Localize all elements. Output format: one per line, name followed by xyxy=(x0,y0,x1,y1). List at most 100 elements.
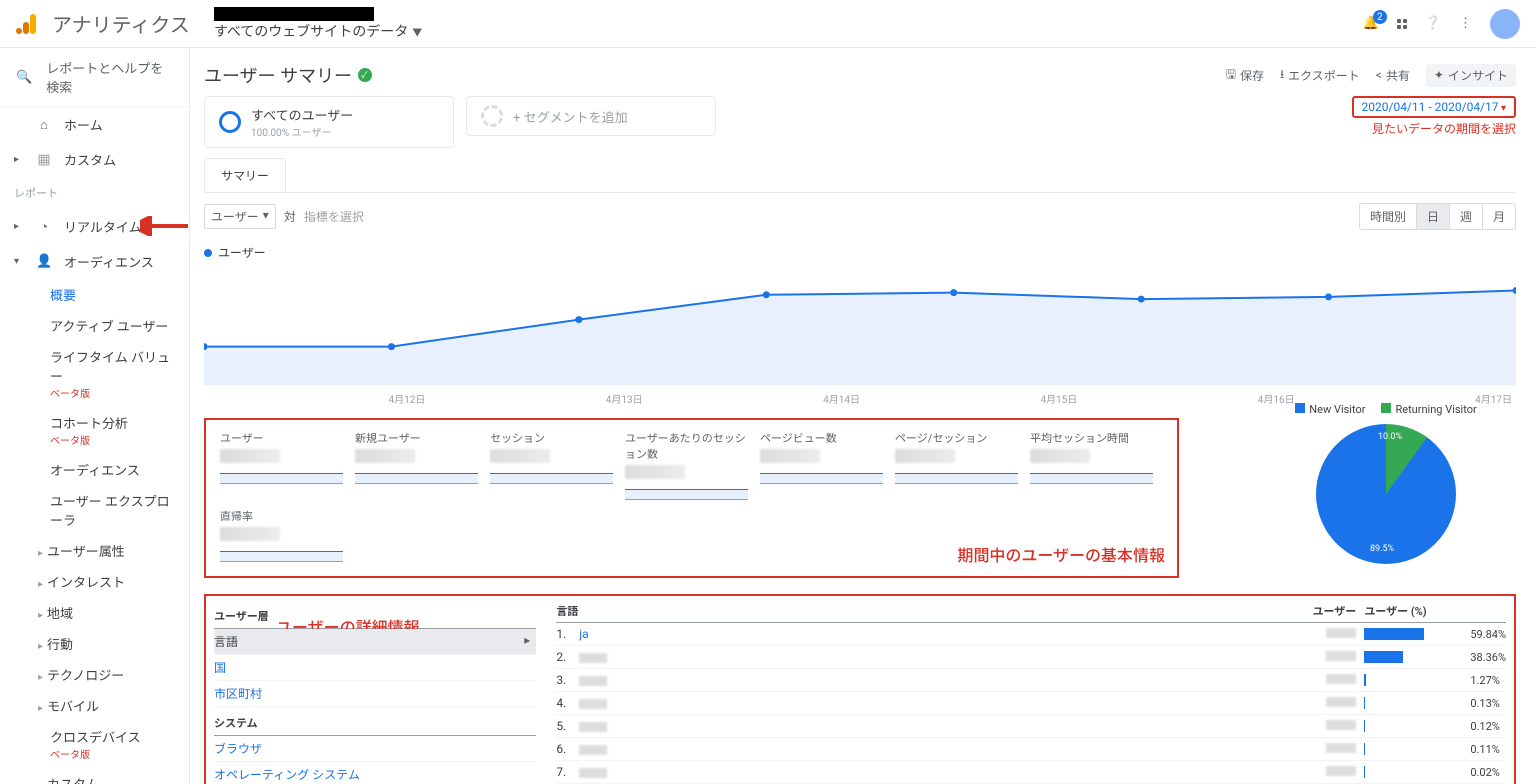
user-icon: 👤 xyxy=(36,254,52,269)
sub-audiences[interactable]: オーディエンス xyxy=(0,454,189,485)
notifications-icon[interactable]: 🔔2 xyxy=(1363,16,1379,31)
sub-mobile[interactable]: モバイル xyxy=(0,690,189,721)
dim-city[interactable]: 市区町村 xyxy=(214,681,536,707)
insights-button[interactable]: ✦ インサイト xyxy=(1426,64,1516,87)
nav-label: コホート分析 xyxy=(50,417,128,432)
segment-sublabel: 100.00% ユーザー xyxy=(251,124,353,139)
annotation-scorecards: 期間中のユーザーの基本情報 xyxy=(957,542,1165,566)
th-dim: 言語 xyxy=(556,603,1296,619)
sub-geo[interactable]: 地域 xyxy=(0,597,189,628)
sub-overview[interactable]: 概要 xyxy=(0,279,189,310)
primary-metric-select[interactable]: ユーザー ▾ xyxy=(204,204,276,229)
add-segment[interactable]: + セグメントを追加 xyxy=(466,96,716,136)
action-label: 共有 xyxy=(1386,67,1410,84)
tab-summary[interactable]: サマリー xyxy=(204,158,286,192)
segment-label: + セグメントを追加 xyxy=(513,107,628,126)
secondary-metric-select[interactable]: 指標を選択 xyxy=(304,208,364,225)
scorecard-value-blur xyxy=(625,465,685,479)
sub-demographics[interactable]: ユーザー属性 xyxy=(0,535,189,566)
legend-new: New Visitor xyxy=(1295,403,1365,416)
nav-label: リアルタイム xyxy=(64,217,142,236)
chart-legend: ユーザー xyxy=(218,246,266,260)
visitor-pie: New Visitor Returning Visitor 10.0% 89.5… xyxy=(1256,403,1516,564)
segment-ring-icon xyxy=(219,111,241,133)
vs-label: 対 xyxy=(284,208,296,225)
nav-custom[interactable]: ▸▦カスタム xyxy=(0,142,189,177)
scorecard[interactable]: ページ/セッション xyxy=(889,426,1024,504)
table-row[interactable]: 5. 0.12% xyxy=(556,715,1506,738)
legend-label: New Visitor xyxy=(1309,403,1365,416)
sub-cohort[interactable]: コホート分析ベータ版 xyxy=(0,407,189,454)
nav-audience[interactable]: ▾👤オーディエンス xyxy=(0,244,189,279)
dim-language[interactable]: 言語 xyxy=(214,629,536,655)
scorecard[interactable]: セッション xyxy=(484,426,619,504)
nav-label: クロスデバイス xyxy=(50,731,141,746)
table-row[interactable]: 1. ja59.84% xyxy=(556,623,1506,646)
nav-home[interactable]: ⌂ホーム xyxy=(0,107,189,142)
dim-browser[interactable]: ブラウザ xyxy=(214,736,536,762)
sub-crossdevice[interactable]: クロスデバイスベータ版 xyxy=(0,721,189,768)
sub-explorer[interactable]: ユーザー エクスプローラ xyxy=(0,485,189,535)
sub-behavior[interactable]: 行動 xyxy=(0,628,189,659)
property-selector[interactable]: すべてのウェブサイトのデータ▼ xyxy=(214,7,422,41)
sparkline xyxy=(355,466,478,484)
scorecards-panel: ユーザー新規ユーザーセッションユーザーあたりのセッション数ページビュー数ページ/… xyxy=(204,418,1179,578)
segment-label: すべてのユーザー xyxy=(251,109,353,124)
gran-hourly[interactable]: 時間別 xyxy=(1360,204,1416,229)
gran-month[interactable]: 月 xyxy=(1482,204,1515,229)
dim-os[interactable]: オペレーティング システム xyxy=(214,762,536,784)
table-row[interactable]: 7. 0.02% xyxy=(556,761,1506,784)
scorecard[interactable]: ユーザー xyxy=(214,426,349,504)
action-label: インサイト xyxy=(1448,67,1508,84)
segment-all-users[interactable]: すべてのユーザー100.00% ユーザー xyxy=(204,96,454,148)
help-icon[interactable]: ❔ xyxy=(1425,16,1441,31)
sub-custom[interactable]: カスタム xyxy=(0,768,189,784)
sub-active-users[interactable]: アクティブ ユーザー xyxy=(0,310,189,341)
th-pct: ユーザー (%) xyxy=(1356,603,1506,619)
table-row[interactable]: 2. 38.36% xyxy=(556,646,1506,669)
scorecard[interactable]: 直帰率 xyxy=(214,504,349,566)
scorecard[interactable]: ページビュー数 xyxy=(754,426,889,504)
scorecard-label: 新規ユーザー xyxy=(355,430,478,446)
scorecard-value-blur xyxy=(760,449,820,463)
beta-badge: ベータ版 xyxy=(50,389,90,400)
scorecard-value-blur xyxy=(1030,449,1090,463)
share-button[interactable]: < 共有 xyxy=(1376,64,1410,87)
export-button[interactable]: ⭳ エクスポート xyxy=(1280,64,1360,87)
sub-ltv[interactable]: ライフタイム バリューベータ版 xyxy=(0,341,189,407)
sub-technology[interactable]: テクノロジー xyxy=(0,659,189,690)
table-row[interactable]: 4. 0.13% xyxy=(556,692,1506,715)
beta-badge: ベータ版 xyxy=(50,750,90,761)
segment-ring-add-icon xyxy=(481,105,503,127)
main-content: ユーザー サマリー 🖫 保存 ⭳ エクスポート < 共有 ✦ インサイト すべて… xyxy=(190,48,1536,784)
th-users: ユーザー xyxy=(1296,603,1356,619)
search-icon: 🔍 xyxy=(16,70,32,85)
table-row[interactable]: 3. 1.27% xyxy=(556,669,1506,692)
scorecard[interactable]: 新規ユーザー xyxy=(349,426,484,504)
report-tabs: サマリー xyxy=(204,158,1516,193)
gran-week[interactable]: 週 xyxy=(1449,204,1482,229)
apps-icon[interactable] xyxy=(1397,19,1407,29)
custom-icon: ▦ xyxy=(36,150,52,169)
scorecard[interactable]: ユーザーあたりのセッション数 xyxy=(619,426,754,504)
sparkline xyxy=(760,466,883,484)
scorecard-label: ページ/セッション xyxy=(895,430,1018,446)
sub-interests[interactable]: インタレスト xyxy=(0,566,189,597)
annotation-date: 見たいデータの期間を選択 xyxy=(1352,120,1516,137)
more-icon[interactable]: ⋮ xyxy=(1459,16,1472,31)
property-name-redacted xyxy=(214,7,374,21)
page-title: ユーザー サマリー xyxy=(204,62,352,88)
scorecard-value-blur xyxy=(895,449,955,463)
table-row[interactable]: 6. 0.11% xyxy=(556,738,1506,761)
scorecard[interactable]: 平均セッション時間 xyxy=(1024,426,1159,504)
granularity-tabs: 時間別 日 週 月 xyxy=(1359,203,1516,230)
date-range-picker[interactable]: 2020/04/11 - 2020/04/17 xyxy=(1352,96,1516,118)
ga-logo-icon xyxy=(16,12,40,36)
scorecard-label: 平均セッション時間 xyxy=(1030,430,1153,446)
nav-label: オーディエンス xyxy=(64,252,154,271)
avatar[interactable] xyxy=(1490,9,1520,39)
search-input[interactable]: 🔍レポートとヘルプを検索 xyxy=(0,48,189,107)
save-button[interactable]: 🖫 保存 xyxy=(1226,64,1264,87)
gran-day[interactable]: 日 xyxy=(1416,204,1449,229)
dim-country[interactable]: 国 xyxy=(214,655,536,681)
